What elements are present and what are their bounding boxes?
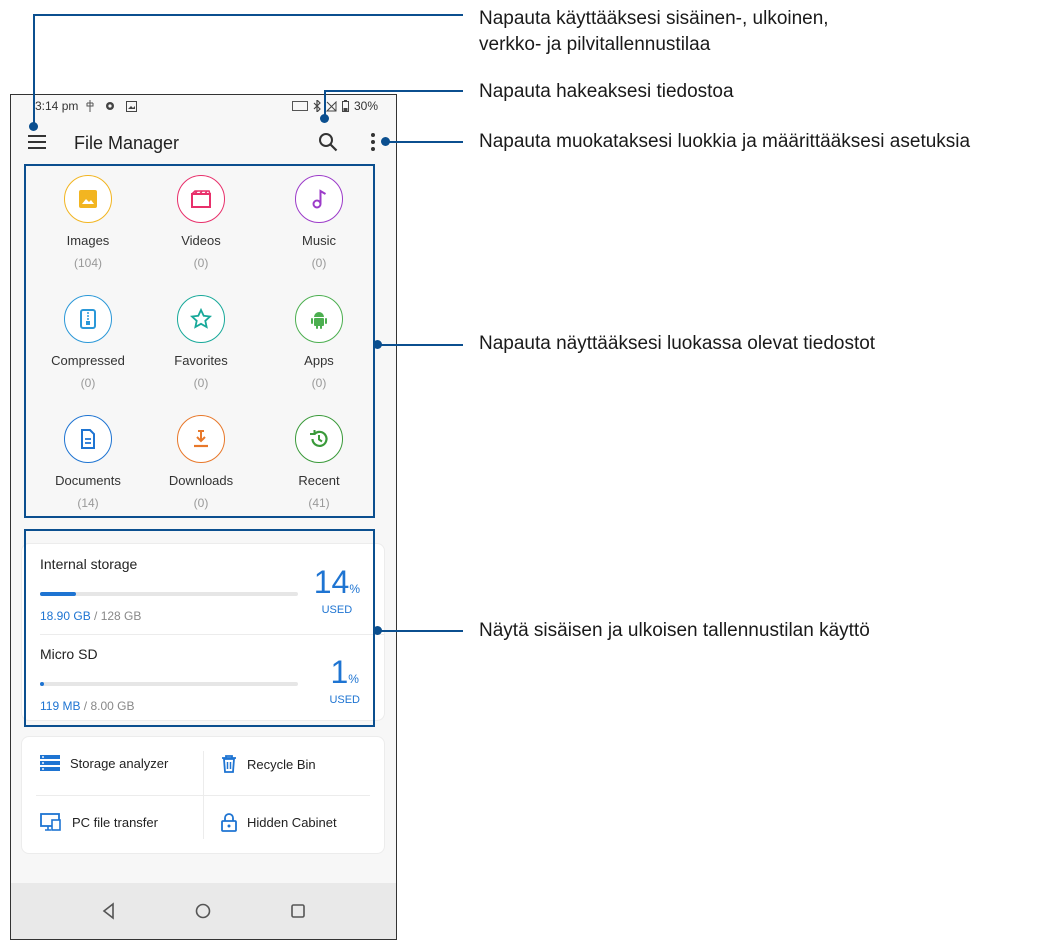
music-icon — [312, 189, 327, 209]
category-label: Favorites — [174, 353, 228, 368]
category-music[interactable]: Music (0) — [259, 175, 379, 270]
category-apps[interactable]: Apps (0) — [259, 295, 379, 390]
callout-categories: Napauta näyttääksesi luokassa olevat tie… — [479, 333, 876, 354]
category-label: Apps — [304, 353, 334, 368]
battery-percent: 30% — [353, 99, 378, 113]
gear-icon — [106, 102, 115, 110]
home-icon[interactable] — [193, 901, 213, 921]
category-grid: Images (104) Videos (0) Music (0) Compre… — [28, 169, 375, 517]
star-icon — [190, 308, 212, 329]
category-compressed[interactable]: Compressed (0) — [28, 295, 148, 390]
callout-storage: Näytä sisäisen ja ulkoisen tallennustila… — [479, 620, 870, 641]
pc-transfer-icon — [40, 813, 61, 831]
download-icon — [194, 430, 208, 448]
callout-search: Napauta hakeaksesi tiedostoa — [479, 81, 734, 102]
category-count: (0) — [193, 256, 209, 270]
callout-line — [33, 14, 35, 126]
callout-line — [386, 141, 463, 143]
callout-line — [33, 14, 463, 16]
storage-progress-fill — [40, 592, 77, 596]
divider — [36, 795, 370, 796]
storage-size: 119 MB / 8.00 GB — [40, 699, 135, 713]
status-bar: 3:14 pm 30% — [11, 95, 396, 117]
app-bar: File Manager — [11, 123, 396, 163]
lock-icon — [221, 813, 237, 832]
sd-storage-row[interactable]: Micro SD 119 MB / 8.00 GB 1% USED — [40, 646, 370, 720]
internal-storage-row[interactable]: Internal storage 18.90 GB / 128 GB 14% U… — [40, 556, 370, 636]
tools-card: Storage analyzer Recycle Bin PC file tra… — [21, 736, 385, 854]
callout-line — [378, 630, 463, 632]
category-label: Videos — [181, 233, 221, 248]
callout-line — [378, 344, 463, 346]
storage-percent: 1% USED — [329, 654, 360, 706]
divider — [40, 634, 384, 635]
callout-menu: Napauta käyttääksesi sisäinen-, ulkoinen… — [479, 8, 829, 55]
usb-icon — [86, 100, 94, 112]
zip-icon — [80, 309, 96, 329]
category-label: Compressed — [51, 353, 125, 368]
storage-analyzer-icon — [40, 755, 60, 771]
auto-icon — [291, 101, 308, 111]
storage-progress-bar — [40, 592, 298, 596]
category-count: (0) — [193, 376, 209, 390]
storage-card: Internal storage 18.90 GB / 128 GB 14% U… — [21, 543, 385, 721]
storage-progress-fill — [40, 682, 44, 686]
menu-button[interactable] — [28, 135, 46, 149]
callout-dot — [29, 122, 38, 131]
recents-icon[interactable] — [288, 901, 308, 921]
storage-size: 18.90 GB / 128 GB — [40, 609, 142, 623]
no-signal-icon — [325, 100, 337, 111]
menu-icon — [28, 135, 46, 137]
category-images[interactable]: Images (104) — [28, 175, 148, 270]
storage-progress-bar — [40, 682, 298, 686]
category-count: (0) — [311, 256, 327, 270]
callout-dot — [320, 114, 329, 123]
category-downloads[interactable]: Downloads (0) — [141, 415, 261, 510]
back-icon[interactable] — [99, 901, 119, 921]
search-icon[interactable] — [317, 131, 339, 153]
category-label: Images — [66, 233, 110, 248]
hidden-cabinet-button[interactable]: Hidden Cabinet — [221, 813, 337, 832]
callout-more: Napauta muokataksesi luokkia ja määrittä… — [479, 131, 971, 152]
callout-dot — [373, 626, 382, 635]
category-videos[interactable]: Videos (0) — [141, 175, 261, 270]
phone-screen: 3:14 pm 30% File Manager Images (104) Vi… — [10, 94, 397, 940]
callout-line — [324, 90, 463, 92]
category-count: (0) — [193, 496, 209, 510]
pc-file-transfer-button[interactable]: PC file transfer — [40, 813, 158, 831]
image-icon — [79, 190, 97, 208]
video-icon — [191, 190, 211, 208]
android-icon — [311, 312, 327, 329]
storage-analyzer-button[interactable]: Storage analyzer — [40, 755, 168, 771]
callout-dot — [381, 137, 390, 146]
category-favorites[interactable]: Favorites (0) — [141, 295, 261, 390]
storage-name: Micro SD — [40, 646, 98, 662]
storage-percent: 14% USED — [313, 564, 360, 616]
category-count: (0) — [311, 376, 327, 390]
category-recent[interactable]: Recent (41) — [259, 415, 379, 510]
category-count: (104) — [73, 256, 102, 270]
category-label: Recent — [298, 473, 340, 488]
bluetooth-icon — [313, 100, 321, 112]
image-notification-icon — [126, 100, 138, 112]
callout-dot — [373, 340, 382, 349]
category-count: (41) — [308, 496, 330, 510]
category-label: Downloads — [168, 473, 234, 488]
document-icon — [81, 429, 95, 449]
category-label: Documents — [55, 473, 121, 488]
page-title: File Manager — [74, 133, 180, 153]
category-count: (14) — [77, 496, 99, 510]
recycle-bin-button[interactable]: Recycle Bin — [221, 755, 316, 773]
category-label: Music — [302, 233, 336, 248]
status-time: 3:14 pm — [35, 99, 79, 113]
history-icon — [310, 430, 328, 447]
more-options-button[interactable] — [369, 133, 377, 153]
battery-icon — [341, 100, 349, 112]
category-documents[interactable]: Documents (14) — [28, 415, 148, 510]
trash-icon — [222, 755, 236, 773]
navigation-bar — [11, 883, 396, 939]
category-count: (0) — [80, 376, 96, 390]
